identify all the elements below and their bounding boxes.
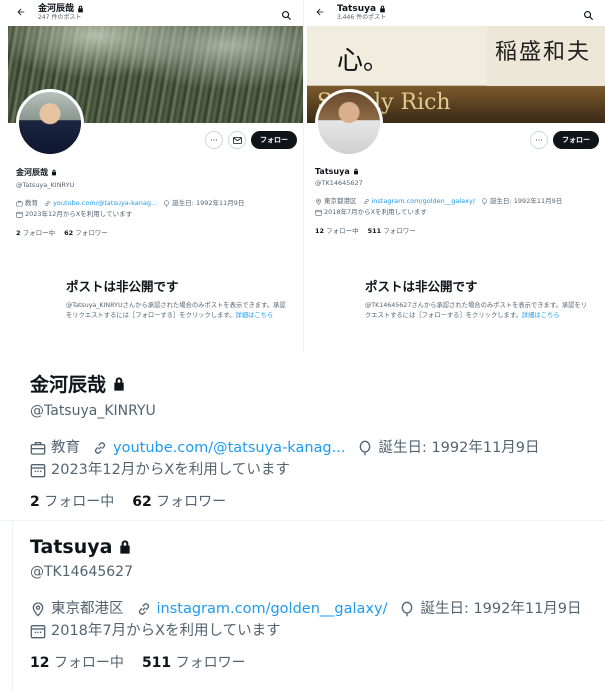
- link-icon: [363, 198, 369, 205]
- link-icon: [138, 603, 149, 615]
- profile-location: 東京都港区: [51, 601, 124, 617]
- lock-icon: [353, 168, 358, 175]
- zoomed-profile-right: Tatsuya @TK14645627 東京都港区 instagram.com/…: [30, 536, 605, 672]
- followers-link[interactable]: 62 フォロワー: [64, 227, 108, 237]
- learn-more-link[interactable]: 詳細はこちら: [522, 312, 560, 319]
- profile-joined: 2018年7月からXを利用しています: [324, 208, 427, 216]
- avatar[interactable]: [315, 89, 383, 157]
- profile-joined: 2018年7月からXを利用しています: [51, 623, 281, 639]
- following-link[interactable]: 12 フォロー中: [315, 225, 359, 235]
- followers-link[interactable]: 511 フォロワー: [142, 652, 246, 672]
- profile-handle: @Tatsuya_KINRYU: [30, 403, 156, 419]
- lock-icon: [78, 5, 83, 13]
- search-icon[interactable]: [281, 6, 295, 21]
- private-notice: ポストは非公開です @TK14645627さんから承認された場合のみポストを表示…: [365, 276, 593, 320]
- profile-birthday: 誕生日: 1992年11月9日: [490, 197, 563, 205]
- follow-button[interactable]: フォロー: [251, 131, 297, 149]
- top-bar: Tatsuya 3,446 件のポスト: [307, 0, 605, 26]
- private-title: ポストは非公開です: [365, 279, 478, 294]
- location-icon: [32, 602, 44, 617]
- avatar[interactable]: [16, 89, 84, 157]
- profile-link[interactable]: instagram.com/golden__galaxy/: [157, 598, 388, 620]
- mail-icon: [232, 136, 242, 144]
- profile-name: 金河辰哉: [30, 370, 605, 397]
- briefcase-icon: [30, 442, 46, 455]
- banner-book: 稲盛和夫: [487, 26, 605, 86]
- back-arrow-icon[interactable]: [309, 7, 331, 20]
- calendar-icon: [30, 464, 46, 478]
- post-count: 247 件のポスト: [38, 14, 82, 21]
- profile-birthday: 誕生日: 1992年11月9日: [172, 199, 245, 207]
- top-bar: 金河辰哉 247 件のポスト: [8, 0, 303, 26]
- profile-panel-left: 金河辰哉 247 件のポスト ··· フォロー 金河辰哉 @Tatsuya_KI…: [8, 0, 304, 352]
- profile-name: Tatsuya: [30, 536, 605, 558]
- briefcase-icon: [16, 200, 23, 207]
- location-icon: [316, 198, 321, 205]
- zoomed-profile-left: 金河辰哉 @Tatsuya_KINRYU 教育 youtube.com/@tat…: [30, 370, 605, 511]
- divider: [12, 520, 13, 692]
- profile-birthday: 誕生日: 1992年11月9日: [378, 440, 540, 456]
- followers-link[interactable]: 511 フォロワー: [368, 225, 416, 235]
- profile-location: 東京都港区: [324, 197, 357, 205]
- profile-joined: 2023年12月からXを利用しています: [51, 462, 290, 478]
- more-button[interactable]: ···: [205, 131, 223, 149]
- lock-icon: [51, 169, 57, 176]
- message-button[interactable]: [228, 131, 246, 149]
- top-bar-name: Tatsuya: [337, 4, 386, 14]
- divider: [0, 520, 605, 521]
- profile-link[interactable]: youtube.com/@tatsuya-kanag...: [53, 198, 157, 209]
- more-button[interactable]: ···: [530, 131, 548, 149]
- profile-name: Tatsuya: [315, 167, 597, 176]
- balloon-icon: [402, 601, 413, 617]
- profile-name: 金河辰哉: [16, 167, 295, 178]
- profile-handle: @TK14645627: [315, 179, 363, 187]
- profile-handle: @Tatsuya_KINRYU: [16, 181, 75, 189]
- more-icon: ···: [210, 135, 218, 145]
- profile-handle: @TK14645627: [30, 564, 133, 580]
- calendar-icon: [16, 211, 23, 218]
- calendar-icon: [315, 209, 322, 216]
- profile-category: 教育: [25, 199, 38, 207]
- profile-category: 教育: [51, 440, 80, 456]
- link-icon: [45, 200, 50, 207]
- profile-joined: 2023年12月からXを利用しています: [25, 210, 133, 218]
- search-icon[interactable]: [583, 6, 597, 21]
- back-arrow-icon[interactable]: [10, 7, 32, 20]
- link-icon: [94, 442, 106, 454]
- lock-icon: [120, 540, 131, 554]
- profile-panel-right: Tatsuya 3,446 件のポスト 心。 稲盛和夫 Simply Rich …: [307, 0, 605, 352]
- profile-birthday: 誕生日: 1992年11月9日: [420, 601, 582, 617]
- banner-text: 心。: [337, 46, 390, 76]
- more-icon: ···: [535, 135, 543, 145]
- learn-more-link[interactable]: 詳細はこちら: [235, 312, 273, 319]
- post-count: 3,446 件のポスト: [337, 14, 387, 21]
- profile-link[interactable]: instagram.com/golden__galaxy/: [372, 196, 476, 207]
- balloon-icon: [482, 198, 487, 205]
- private-title: ポストは非公開です: [66, 279, 179, 294]
- following-link[interactable]: 2 フォロー中: [30, 491, 114, 511]
- calendar-icon: [30, 625, 46, 639]
- banner-book: 心。: [307, 26, 487, 86]
- followers-link[interactable]: 62 フォロワー: [132, 491, 226, 511]
- private-notice: ポストは非公開です @Tatsuya_KINRYUさんから承認された場合のみポス…: [66, 276, 291, 320]
- following-link[interactable]: 2 フォロー中: [16, 227, 55, 237]
- profile-link[interactable]: youtube.com/@tatsuya-kanag...: [113, 437, 345, 459]
- following-link[interactable]: 12 フォロー中: [30, 652, 124, 672]
- banner-text: 稲盛和夫: [495, 40, 592, 65]
- top-bar-name: 金河辰哉: [38, 4, 84, 14]
- lock-icon: [380, 5, 385, 13]
- balloon-icon: [164, 200, 170, 207]
- follow-button[interactable]: フォロー: [553, 131, 599, 149]
- lock-icon: [114, 376, 124, 391]
- balloon-icon: [360, 440, 371, 456]
